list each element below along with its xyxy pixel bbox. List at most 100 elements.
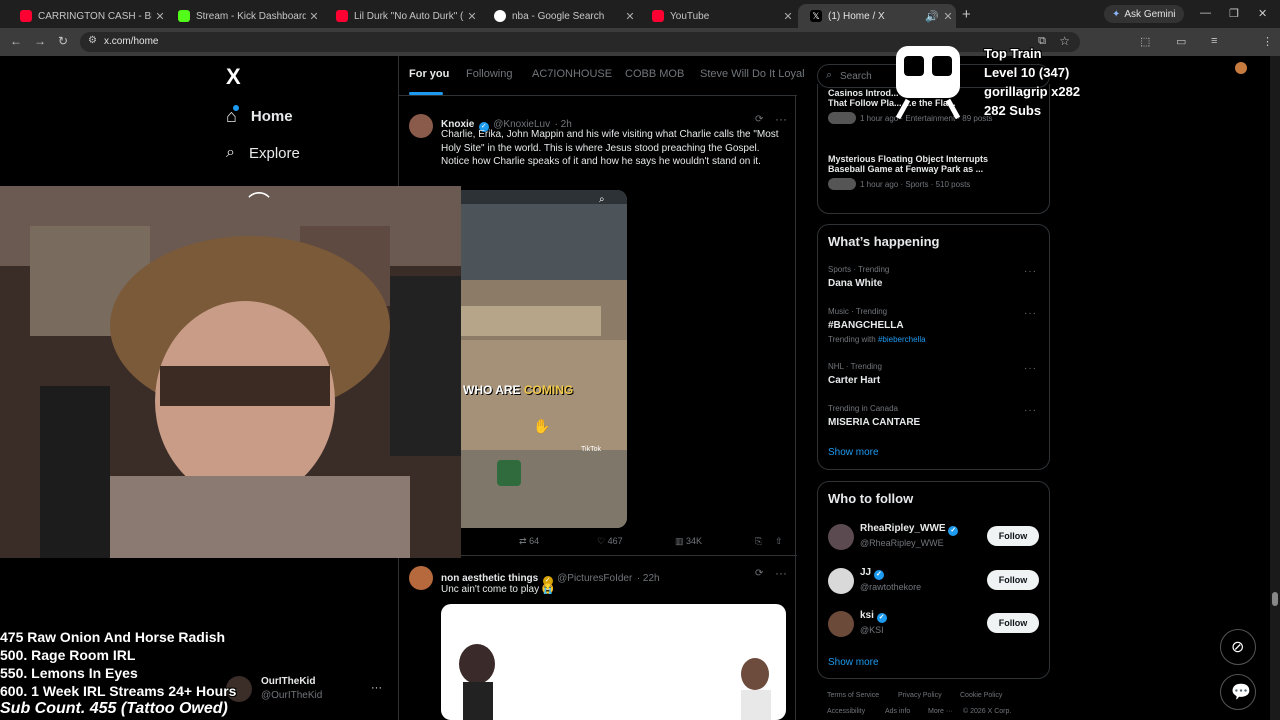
- profile-avatar[interactable]: [1235, 62, 1247, 74]
- avatar[interactable]: [828, 524, 854, 550]
- follow-button[interactable]: Follow: [987, 570, 1039, 590]
- nav-explore[interactable]: ⌕ Explore: [226, 144, 300, 162]
- footer-link[interactable]: Cookie Policy: [960, 692, 1002, 699]
- video-frame-image: [441, 190, 627, 528]
- who-to-follow-box: Who to follow RheaRipley_WWE ✓ @RheaRipl…: [817, 481, 1050, 679]
- avatar[interactable]: [409, 114, 433, 138]
- close-icon[interactable]: ✕: [780, 10, 796, 23]
- follow-suggestion[interactable]: JJ ✓ @rawtothekore Follow: [818, 564, 1049, 598]
- more-icon[interactable]: ···: [775, 566, 787, 580]
- post-video[interactable]: WHO ARE COMING ✋ TikTok ⌕: [441, 190, 627, 528]
- close-icon[interactable]: ✕: [940, 10, 956, 23]
- back-icon[interactable]: ←: [10, 34, 22, 48]
- follow-button[interactable]: Follow: [987, 613, 1039, 633]
- minimize-icon[interactable]: —: [1200, 7, 1211, 19]
- tab-for-you[interactable]: For you: [409, 68, 449, 80]
- grok-icon[interactable]: ⟳: [755, 114, 763, 125]
- repost-icon: ⇄: [519, 536, 527, 546]
- x-logo-icon: 𝕏: [810, 10, 822, 22]
- account-switcher[interactable]: OurITheKid @OurITheKid ···: [226, 672, 386, 706]
- top-train-subs: 282 Subs: [984, 103, 1042, 118]
- more-icon[interactable]: ···: [1024, 363, 1037, 374]
- post-image[interactable]: [441, 604, 786, 720]
- news-title: Mysterious Floating Object Interrupts: [828, 154, 989, 164]
- nav-home[interactable]: ⌂ Home: [226, 105, 293, 127]
- footer-link[interactable]: Privacy Policy: [898, 692, 942, 699]
- share-icon[interactable]: ⇧: [775, 536, 783, 547]
- reading-list-icon[interactable]: ≡: [1211, 35, 1217, 47]
- x-logo[interactable]: X: [226, 64, 241, 90]
- ask-gemini-button[interactable]: ✦ Ask Gemini: [1104, 5, 1184, 23]
- show-more-link[interactable]: Show more: [828, 447, 879, 458]
- restore-icon[interactable]: ❐: [1229, 7, 1239, 20]
- forward-icon[interactable]: →: [34, 34, 46, 48]
- bookmark-icon[interactable]: ⎘: [755, 536, 762, 547]
- repost-button[interactable]: ⇄ 64: [519, 536, 539, 547]
- profile-icon: ⌒: [248, 191, 271, 216]
- more-icon[interactable]: ···: [371, 682, 382, 694]
- tab-following[interactable]: Following: [466, 68, 512, 80]
- sidebar-icon[interactable]: ▭: [1176, 35, 1186, 48]
- menu-icon[interactable]: ⋮: [1262, 35, 1273, 48]
- close-icon[interactable]: ✕: [622, 10, 638, 23]
- scrollbar[interactable]: [1270, 56, 1280, 720]
- trend-item[interactable]: Sports · Trending Dana White ···: [818, 263, 1049, 299]
- whats-happening-title: What’s happening: [828, 234, 940, 249]
- suggested-handle: @RheaRipley_WWE: [860, 538, 944, 548]
- close-icon[interactable]: ✕: [464, 10, 480, 23]
- post[interactable]: non aesthetic things ✓ @PicturesFoIder ·…: [399, 558, 797, 720]
- browser-tab[interactable]: YouTube ✕: [640, 4, 796, 28]
- reload-icon[interactable]: ↻: [58, 34, 68, 48]
- more-icon[interactable]: ···: [775, 112, 787, 126]
- new-tab-button[interactable]: +: [962, 6, 971, 23]
- tab-title: Lil Durk "No Auto Durk" (G Her: [354, 10, 464, 22]
- footer-link[interactable]: Terms of Service: [827, 692, 879, 699]
- follow-suggestion[interactable]: RheaRipley_WWE ✓ @RheaRipley_WWE Follow: [818, 520, 1049, 554]
- avatar[interactable]: [409, 566, 433, 590]
- tab-ac7ionhouse[interactable]: AC7IONHOUSE: [532, 68, 612, 80]
- browser-tab[interactable]: CARRINGTON CASH - BLACK B ✕: [8, 4, 168, 28]
- more-icon[interactable]: ···: [1024, 266, 1037, 277]
- browser-tab[interactable]: nba - Google Search ✕: [482, 4, 638, 28]
- who-to-follow-title: Who to follow: [828, 491, 914, 506]
- messages-button[interactable]: 💬: [1220, 674, 1256, 710]
- speaker-icon[interactable]: 🔊: [924, 10, 940, 23]
- show-more-link[interactable]: Show more: [828, 657, 879, 668]
- trend-item[interactable]: NHL · Trending Carter Hart ···: [818, 360, 1049, 396]
- close-window-icon[interactable]: ✕: [1258, 7, 1267, 20]
- trend-item[interactable]: Trending in Canada MISERIA CANTARE ···: [818, 402, 1049, 438]
- like-button[interactable]: ♡ 467: [597, 536, 623, 547]
- zoom-icon[interactable]: ⌕: [599, 194, 605, 205]
- footer-link[interactable]: Accessibility: [827, 708, 865, 715]
- active-tab-indicator: [409, 92, 443, 95]
- footer-link[interactable]: Ads info: [885, 708, 910, 715]
- more-icon[interactable]: ···: [1024, 308, 1037, 319]
- follow-button[interactable]: Follow: [987, 526, 1039, 546]
- more-icon[interactable]: ···: [1024, 405, 1037, 416]
- site-info-icon[interactable]: ⚙: [88, 35, 97, 46]
- tab-steve-will-do-it-loyal[interactable]: Steve Will Do It Loyal: [700, 68, 805, 80]
- scrollbar-thumb[interactable]: [1272, 592, 1278, 606]
- avatar-stack: [828, 112, 856, 124]
- trend-extra-link[interactable]: #bieberchella: [878, 335, 926, 344]
- news-item[interactable]: Mysterious Floating Object Interrupts Ba…: [828, 154, 1038, 190]
- trend-item[interactable]: Music · Trending #BANGCHELLA Trending wi…: [818, 305, 1049, 345]
- follow-suggestion[interactable]: ksi ✓ @KSI Follow: [818, 607, 1049, 641]
- extensions-icon[interactable]: ⬚: [1140, 35, 1150, 48]
- footer-link[interactable]: More ···: [928, 708, 953, 715]
- grok-icon: ⊘: [1231, 639, 1245, 656]
- browser-tab[interactable]: Stream - Kick Dashboard ✕: [166, 4, 322, 28]
- avatar[interactable]: [828, 568, 854, 594]
- browser-tab[interactable]: Lil Durk "No Auto Durk" (G Her ✕: [324, 4, 480, 28]
- close-icon[interactable]: ✕: [306, 10, 322, 23]
- views-button[interactable]: ▥ 34K: [675, 536, 702, 547]
- grok-button[interactable]: ⊘: [1220, 629, 1256, 665]
- tab-cobb-mob[interactable]: COBB MOB: [625, 68, 684, 80]
- video-caption-accent: COMING: [523, 383, 574, 397]
- star-icon[interactable]: ☆: [1059, 34, 1070, 48]
- grok-icon[interactable]: ⟳: [755, 568, 763, 579]
- avatar[interactable]: [828, 611, 854, 637]
- tab-title: CARRINGTON CASH - BLACK B: [38, 10, 152, 22]
- gemini-label: Ask Gemini: [1124, 8, 1176, 20]
- browser-tab-active[interactable]: 𝕏 (1) Home / X 🔊 ✕: [798, 4, 956, 28]
